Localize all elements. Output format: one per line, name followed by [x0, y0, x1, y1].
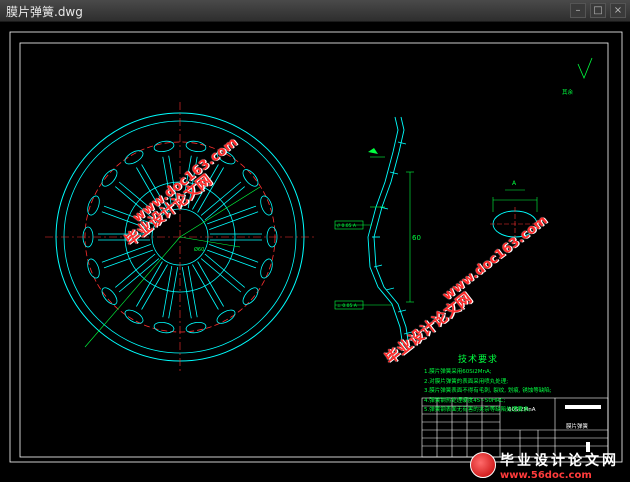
title-bar: 膜片弹簧.dwg – □ ×: [0, 0, 630, 22]
gdt-1: // 0.05 A: [337, 223, 357, 229]
spring-finger-slot: [118, 258, 160, 293]
finger-hole: [153, 140, 175, 153]
section-outline-2: [373, 116, 410, 348]
technical-requirements: 技术要求 1.膜片弹簧采用60Si2MnA; 2.对膜片弹簧的表面采用喷丸处理;…: [424, 352, 624, 416]
logo-badge-icon: [470, 452, 496, 478]
maximize-button[interactable]: □: [590, 3, 606, 18]
tech-req-item: 1.膜片弹簧采用60Si2MnA;: [424, 369, 492, 375]
finger-hole: [153, 321, 175, 334]
side-mark: 60: [412, 234, 421, 242]
drawing-canvas[interactable]: Ø60 // 0.05 A ⊥ 0.05 A 60 A 其余 60Si2MnA …: [0, 22, 630, 482]
tech-req-item: 5.弹簧钢表面无有害的夹杂等缺陷处理要求。: [424, 407, 534, 413]
window-controls: – □ ×: [570, 3, 626, 18]
spring-finger-slot: [192, 264, 219, 310]
tech-req-item: 3.膜片弹簧表面不得有毛刺, 裂纹, 划痕, 锈蚀等缺陷;: [424, 388, 552, 394]
finger-hole: [101, 287, 118, 305]
leader-3: [179, 236, 241, 248]
finger-hole: [124, 150, 144, 165]
finger-hole: [124, 309, 144, 324]
dim-center: Ø60: [194, 246, 204, 253]
title-block-part-name: 膜片弹簧: [566, 424, 589, 430]
tech-req-heading: 技术要求: [458, 355, 499, 365]
finger-hole: [242, 287, 259, 305]
finger-hole: [101, 169, 118, 187]
spring-finger-slot: [141, 264, 168, 310]
site-logo: 毕业设计论文网 www.56doc.com: [470, 448, 630, 482]
logo-line-1: 毕业设计论文网: [500, 452, 619, 469]
close-button[interactable]: ×: [610, 3, 626, 18]
spring-finger-slot: [200, 258, 242, 293]
finger-hole: [185, 321, 207, 334]
finger-hole: [242, 169, 259, 187]
minimize-button[interactable]: –: [570, 3, 586, 18]
spring-finger-slot: [136, 261, 163, 307]
roughness-symbol: [577, 57, 593, 80]
spring-finger-slot: [197, 261, 224, 307]
tech-req-item: 4.弹簧钢热处理硬度45~50HRC;: [424, 397, 506, 404]
front-view: Ø60: [45, 102, 315, 372]
roughness-note: 其余: [562, 90, 574, 96]
tech-req-item: 2.对膜片弹簧的表面采用喷丸处理;: [424, 378, 509, 385]
finger-hole: [185, 140, 207, 153]
gdt-2: ⊥ 0.05 A: [337, 303, 358, 309]
window-title: 膜片弹簧.dwg: [6, 5, 83, 19]
leader-1: [84, 236, 181, 348]
view-label: A: [512, 180, 517, 187]
logo-line-2: www.56doc.com: [500, 469, 592, 481]
finger-hole: [216, 309, 236, 324]
roughness-symbol-side: [368, 148, 378, 154]
